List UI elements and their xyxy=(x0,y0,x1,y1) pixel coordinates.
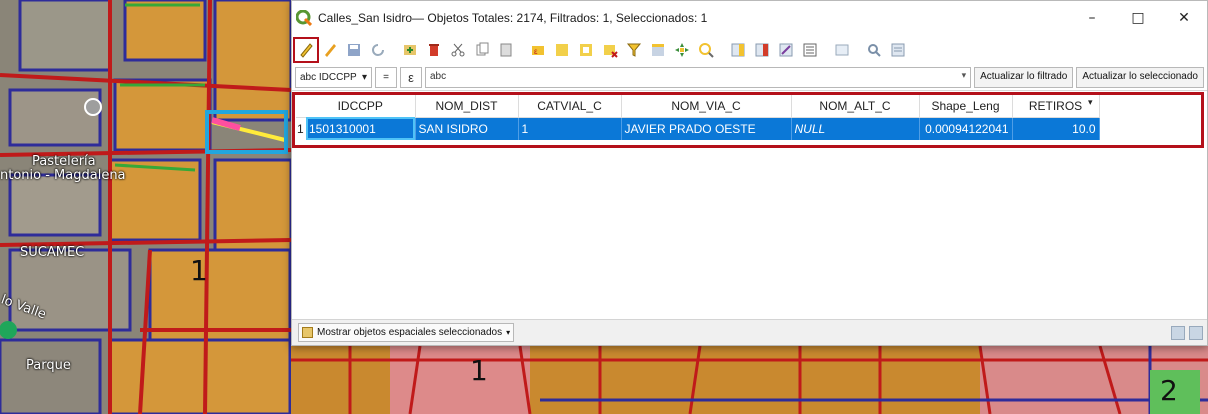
add-feature-icon[interactable] xyxy=(398,38,422,62)
title-bar[interactable]: Calles_San Isidro— Objetos Totales: 2174… xyxy=(292,1,1207,35)
paste-icon[interactable] xyxy=(494,38,518,62)
attribute-table: IDCCPP NOM_DIST CATVIAL_C NOM_VIA_C NOM_… xyxy=(292,91,1207,315)
pencil-edit-icon[interactable] xyxy=(293,37,319,63)
pan-to-selected-icon[interactable] xyxy=(670,38,694,62)
select-expression-icon[interactable]: ε xyxy=(526,38,550,62)
svg-text:1: 1 xyxy=(190,254,208,287)
column-header-idccpp[interactable]: IDCCPP xyxy=(306,95,416,118)
update-selected-button[interactable]: Actualizar lo seleccionado xyxy=(1076,67,1204,88)
zoom-to-selected-icon[interactable] xyxy=(694,38,718,62)
delete-feature-icon[interactable] xyxy=(422,38,446,62)
conditional-format-icon[interactable] xyxy=(798,38,822,62)
update-filtered-button[interactable]: Actualizar lo filtrado xyxy=(974,67,1074,88)
window-title: Calles_San Isidro— Objetos Totales: 2174… xyxy=(318,11,708,25)
column-header-shape-leng[interactable]: Shape_Leng xyxy=(919,95,1013,118)
cell-retiros[interactable]: 10.0 xyxy=(1012,117,1100,140)
table-row[interactable]: 1 1501310001 SAN ISIDRO 1 JAVIER PRADO O… xyxy=(296,117,1100,140)
field-select-label: abc IDCCPP xyxy=(300,72,357,83)
view-mode-button[interactable]: Mostrar objetos espaciales seleccionados… xyxy=(298,323,515,342)
close-button[interactable]: ✕ xyxy=(1161,1,1207,35)
map-label-parque: Parque xyxy=(26,358,71,373)
svg-text:ε: ε xyxy=(534,47,538,56)
cell-catvial-c[interactable]: 1 xyxy=(518,117,622,140)
cell-shape-leng[interactable]: 0.00094122041 xyxy=(919,117,1013,140)
cell-nom-alt-c[interactable]: NULL xyxy=(791,117,920,140)
filter-select-icon[interactable] xyxy=(622,38,646,62)
form-view-icon[interactable] xyxy=(886,38,910,62)
cell-nom-dist[interactable]: SAN ISIDRO xyxy=(415,117,519,140)
column-header-retiros[interactable]: RETIROS ▾ xyxy=(1012,95,1100,118)
new-field-icon[interactable] xyxy=(726,38,750,62)
filter-value-input[interactable]: abc ▾ xyxy=(425,67,972,88)
map-label-magdalena: ntonio - Magdalena xyxy=(0,168,126,183)
map-highlight-box xyxy=(205,110,288,154)
cell-idccpp[interactable]: 1501310001 xyxy=(306,117,416,140)
expression-button[interactable]: ε xyxy=(400,67,422,88)
field-calculator-icon[interactable] xyxy=(774,38,798,62)
filter-value-placeholder: abc xyxy=(430,71,447,82)
column-header-catvial-c[interactable]: CATVIAL_C xyxy=(518,95,622,118)
svg-text:1: 1 xyxy=(470,354,488,387)
maximize-button[interactable]: □ xyxy=(1115,1,1161,35)
bottom-bar: Mostrar objetos espaciales seleccionados… xyxy=(292,319,1207,345)
row-index-header xyxy=(296,95,306,118)
chevron-down-icon: ▾ xyxy=(506,328,511,337)
form-view-switch-icon[interactable] xyxy=(1189,325,1203,340)
select-all-icon[interactable] xyxy=(550,38,574,62)
actions-icon[interactable] xyxy=(862,38,886,62)
operator-select[interactable]: = xyxy=(375,67,397,88)
field-select[interactable]: abc IDCCPP ▾ xyxy=(295,67,372,88)
column-header-nom-via-c[interactable]: NOM_VIA_C xyxy=(621,95,792,118)
cell-nom-via-c[interactable]: JAVIER PRADO OESTE xyxy=(621,117,792,140)
selected-features-icon xyxy=(302,327,313,338)
dock-icon[interactable] xyxy=(830,38,854,62)
row-index[interactable]: 1 xyxy=(296,117,306,140)
delete-field-icon[interactable] xyxy=(750,38,774,62)
attribute-table-window: Calles_San Isidro— Objetos Totales: 2174… xyxy=(291,0,1208,346)
cut-icon[interactable] xyxy=(446,38,470,62)
column-header-nom-alt-c[interactable]: NOM_ALT_C xyxy=(791,95,920,118)
svg-text:2: 2 xyxy=(1160,374,1178,407)
invert-selection-icon[interactable] xyxy=(574,38,598,62)
column-header-nom-dist[interactable]: NOM_DIST xyxy=(415,95,519,118)
reload-icon[interactable] xyxy=(366,38,390,62)
map-label-sucamec: SUCAMEC xyxy=(20,245,85,260)
chevron-down-icon: ▾ xyxy=(361,72,367,83)
chevron-down-icon[interactable]: ▾ xyxy=(962,70,967,81)
save-edits-icon[interactable] xyxy=(342,38,366,62)
move-selected-top-icon[interactable] xyxy=(646,38,670,62)
minimize-button[interactable]: – xyxy=(1069,1,1115,35)
qgis-logo-icon xyxy=(296,10,312,26)
quick-filter-row: abc IDCCPP ▾ = ε abc ▾ Actualizar lo fil… xyxy=(292,65,1207,91)
map-label-pasteleria: Pastelería xyxy=(32,154,96,169)
attribute-toolbar: ε xyxy=(292,35,1207,65)
deselect-icon[interactable] xyxy=(598,38,622,62)
view-mode-label: Mostrar objetos espaciales seleccionados xyxy=(317,327,503,338)
multi-edit-icon[interactable] xyxy=(318,38,342,62)
table-header-row: IDCCPP NOM_DIST CATVIAL_C NOM_VIA_C NOM_… xyxy=(296,95,1100,118)
copy-icon[interactable] xyxy=(470,38,494,62)
table-view-icon[interactable] xyxy=(1171,325,1185,340)
table-grid: IDCCPP NOM_DIST CATVIAL_C NOM_VIA_C NOM_… xyxy=(296,95,1100,140)
sort-indicator-icon: ▾ xyxy=(1087,97,1093,107)
